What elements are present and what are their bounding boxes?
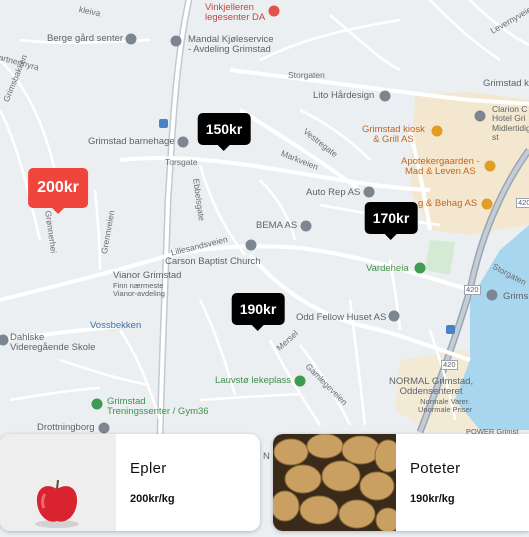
place-clarion: Clarion C Hotel Gri Midlertidig st <box>492 104 529 143</box>
place-drottningborg: Drottningborg <box>37 422 95 433</box>
product-card-epler[interactable]: Epler 200kr/kg <box>0 434 260 531</box>
place-grimstad-barnehage: Grimstad barnehage <box>88 136 175 147</box>
place-normal: NORMAL Grimstad, Oddensenteret <box>389 376 474 398</box>
price-marker-150[interactable]: 150kr <box>197 113 251 151</box>
price-marker-190[interactable]: 190kr <box>231 293 285 331</box>
place-lito: Lito Hårdesign <box>313 90 375 101</box>
place-kiosk: Grimstad kiosk & Grill AS <box>362 124 425 146</box>
place-apotek: Apotekergaarden - Mad & Leven AS <box>401 156 480 178</box>
place-oddfellow: Odd Fellow Huset AS <box>296 312 387 323</box>
product-price: 200kr/kg <box>130 493 175 505</box>
place-dahlske: Dahlske Videregående Skole <box>10 332 96 354</box>
road-shield-420-b: 420 <box>464 285 481 296</box>
place-treningssenter: Grimstad Treningssenter / Gym36 <box>107 396 209 418</box>
product-name: Epler <box>130 460 167 477</box>
place-autorep: Auto Rep AS <box>306 187 361 198</box>
price-marker-170[interactable]: 170kr <box>364 202 418 240</box>
potatoes-photo <box>273 434 402 531</box>
place-mandal: Mandal Kjøleservice - Avdeling Grimstad <box>188 34 274 56</box>
street-storgaten: Storgaten <box>288 70 325 80</box>
product-card-poteter[interactable]: Poteter 190kr/kg <box>273 434 529 531</box>
place-behag: g & Behag AS <box>418 198 478 209</box>
place-vardeheia: Vardeheia <box>366 263 409 274</box>
place-n-label: N <box>263 451 270 462</box>
place-lauvsto: Lauvstø lekeplass <box>215 375 292 386</box>
place-carson: Carson Baptist Church <box>165 256 261 267</box>
place-bema: BEMA AS <box>256 220 298 231</box>
product-name: Poteter <box>410 460 461 477</box>
place-normal-sub: Normale Varer. Unormale Priser <box>418 397 473 415</box>
price-marker-200-selected[interactable]: 200kr <box>28 168 88 214</box>
place-vianor-sub: Finn nærmeste Vianor-avdeling <box>113 281 165 299</box>
place-vossbekken: Vossbekken <box>90 320 142 331</box>
place-vinkjelleren: Vinkjelleren legesenter DA <box>205 2 266 24</box>
road-shield-420-c: 420 <box>441 360 458 371</box>
place-vianor: Vianor Grimstad <box>113 270 182 281</box>
apple-photo <box>0 434 116 531</box>
road-shield-420-a: 420 <box>516 198 529 209</box>
place-grims-right: Grims <box>503 291 529 302</box>
product-price: 190kr/kg <box>410 493 455 505</box>
app: Vinkjelleren legesenter DA Berge gård se… <box>0 0 529 537</box>
place-grimstad-kirke: Grimstad kir <box>483 78 529 89</box>
street-torsgate: Torsgate <box>165 157 198 167</box>
place-berge: Berge gård senter <box>47 33 124 44</box>
